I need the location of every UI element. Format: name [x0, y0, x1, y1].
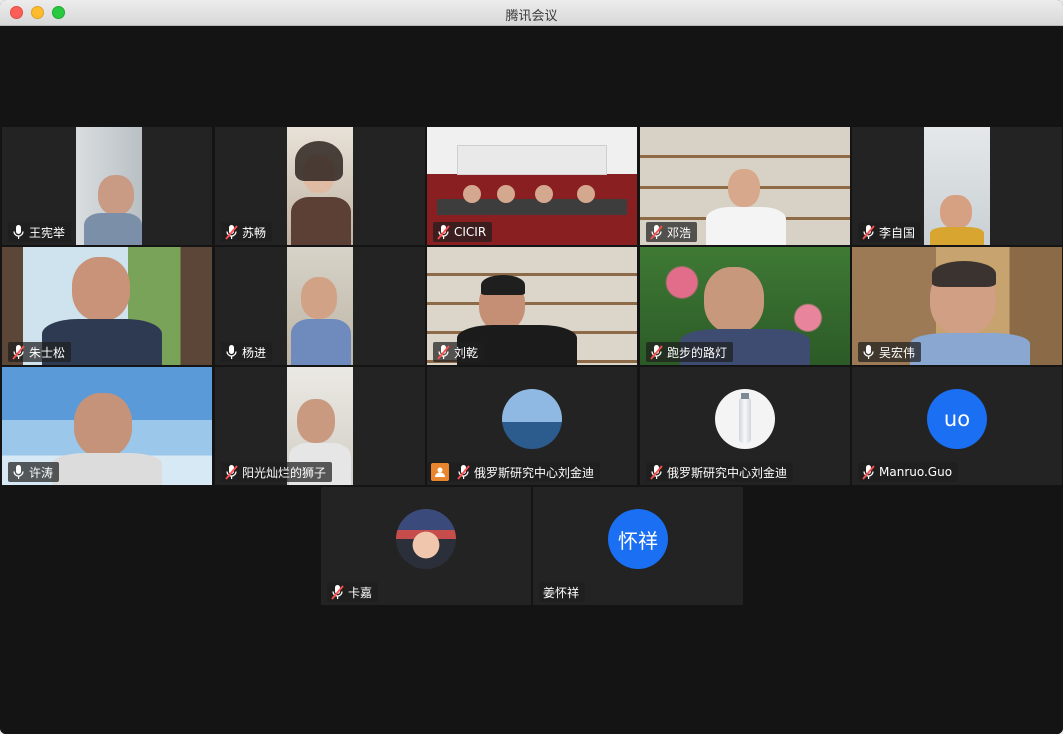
initials-avatar: 怀祥 — [608, 509, 668, 569]
mic-muted-icon — [437, 224, 450, 240]
participant-name: 邓浩 — [667, 225, 692, 240]
participant-tile[interactable]: 朱士松 — [2, 247, 212, 365]
participant-tile[interactable]: 邓浩 — [640, 127, 850, 245]
nameplate: 阳光灿烂的狮子 — [221, 462, 333, 482]
participant-name: 阳光灿烂的狮子 — [242, 465, 327, 480]
mic-on-icon — [12, 464, 25, 480]
participant-name: 姜怀祥 — [543, 585, 580, 600]
participant-name: 吴宏伟 — [879, 345, 916, 360]
participant-name: 卡嘉 — [348, 585, 373, 600]
mic-muted-icon — [650, 344, 663, 360]
participant-name: CICIR — [454, 225, 487, 239]
participant-tile[interactable]: 刘乾 — [427, 247, 637, 365]
video-feed — [287, 247, 353, 365]
nameplate: 许涛 — [8, 462, 60, 482]
participant-tile[interactable]: 俄罗斯研究中心刘金迪 — [640, 367, 850, 485]
participant-name: 俄罗斯研究中心刘金迪 — [474, 465, 595, 480]
mic-muted-icon — [437, 344, 450, 360]
window-title: 腾讯会议 — [505, 9, 558, 24]
mic-muted-icon — [650, 464, 663, 480]
participant-name: 李自国 — [879, 225, 916, 240]
bottle-photo-avatar — [715, 389, 775, 449]
nameplate: 王宪举 — [8, 222, 72, 242]
screen-share-icon — [431, 463, 449, 481]
participant-name: 杨进 — [242, 345, 267, 360]
nameplate: CICIR — [433, 222, 493, 242]
meeting-window: 腾讯会议 王宪举 苏畅 CICIR 邓浩 李自国 朱士松 杨进 刘乾 跑步的路灯… — [0, 0, 1063, 734]
video-feed — [287, 127, 353, 245]
mic-muted-icon — [225, 224, 238, 240]
nameplate: 苏畅 — [221, 222, 273, 242]
nameplate: 杨进 — [221, 342, 273, 362]
participant-tile[interactable]: 怀祥 姜怀祥 — [533, 487, 743, 605]
nameplate: 刘乾 — [433, 342, 485, 362]
video-gallery: 王宪举 苏畅 CICIR 邓浩 李自国 朱士松 杨进 刘乾 跑步的路灯 吴宏伟 … — [0, 26, 1063, 734]
participant-name: 许涛 — [29, 465, 54, 480]
mic-muted-icon — [331, 584, 344, 600]
nameplate: 俄罗斯研究中心刘金迪 — [427, 462, 601, 482]
mic-muted-icon — [862, 464, 875, 480]
nameplate: 吴宏伟 — [858, 342, 922, 362]
participant-tile[interactable]: 俄罗斯研究中心刘金迪 — [427, 367, 637, 485]
participant-tile[interactable]: 跑步的路灯 — [640, 247, 850, 365]
participant-name: 俄罗斯研究中心刘金迪 — [667, 465, 788, 480]
participant-tile-active-speaker[interactable]: 许涛 — [2, 367, 212, 485]
participant-name: 跑步的路灯 — [667, 345, 728, 360]
participant-name: Manruo.Guo — [879, 465, 953, 479]
participant-tile[interactable]: 杨进 — [215, 247, 425, 365]
video-feed — [76, 127, 142, 245]
nameplate: 李自国 — [858, 222, 922, 242]
participant-tile[interactable]: 阳光灿烂的狮子 — [215, 367, 425, 485]
mic-muted-icon — [12, 344, 25, 360]
participant-name: 刘乾 — [454, 345, 479, 360]
sea-photo-avatar — [502, 389, 562, 449]
initials-avatar: uo — [927, 389, 987, 449]
nameplate: 跑步的路灯 — [646, 342, 734, 362]
nameplate: 朱士松 — [8, 342, 72, 362]
mic-muted-icon — [650, 224, 663, 240]
participant-tile[interactable]: 吴宏伟 — [852, 247, 1062, 365]
mic-on-icon — [225, 344, 238, 360]
nameplate: 邓浩 — [646, 222, 698, 242]
participant-name: 朱士松 — [29, 345, 66, 360]
title-bar: 腾讯会议 — [0, 0, 1063, 26]
participant-tile[interactable]: CICIR — [427, 127, 637, 245]
mic-on-icon — [862, 344, 875, 360]
nameplate: Manruo.Guo — [858, 462, 959, 482]
participant-tile[interactable]: 苏畅 — [215, 127, 425, 245]
nameplate: 姜怀祥 — [539, 582, 586, 602]
mic-muted-icon — [225, 464, 238, 480]
participant-tile[interactable]: 卡嘉 — [321, 487, 531, 605]
nameplate: 卡嘉 — [327, 582, 379, 602]
mic-muted-icon — [862, 224, 875, 240]
mic-on-icon — [12, 224, 25, 240]
nameplate: 俄罗斯研究中心刘金迪 — [646, 462, 794, 482]
mic-muted-icon — [457, 464, 470, 480]
participant-name: 王宪举 — [29, 225, 66, 240]
participant-name: 苏畅 — [242, 225, 267, 240]
participant-tile[interactable]: 王宪举 — [2, 127, 212, 245]
video-feed — [924, 127, 990, 245]
participant-tile[interactable]: uo Manruo.Guo — [852, 367, 1062, 485]
participant-tile[interactable]: 李自国 — [852, 127, 1062, 245]
cartoon-photo-avatar — [396, 509, 456, 569]
